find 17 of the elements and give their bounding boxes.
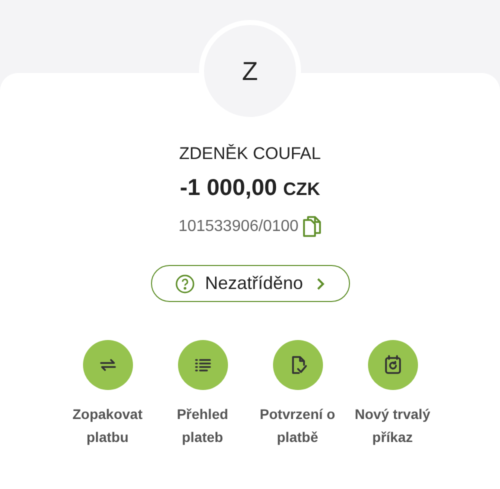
payee-name: ZDENĚK COUFAL [179, 144, 321, 164]
amount: -1 000,00 [180, 174, 278, 201]
account-number: 101533906/0100 [178, 218, 299, 236]
action-button[interactable] [368, 340, 418, 390]
copy-icon[interactable] [302, 215, 322, 239]
chevron-right-icon [315, 276, 326, 290]
help-icon [174, 274, 195, 294]
avatar-initial: Z [242, 56, 258, 86]
action-label[interactable]: Potvrzení o platbě [252, 403, 342, 449]
currency: CZK [283, 179, 320, 200]
action-label[interactable]: Zopakovat platbu [62, 403, 152, 449]
action-button[interactable] [82, 340, 132, 390]
action-button[interactable] [272, 340, 322, 390]
action-button[interactable] [178, 340, 228, 390]
action-label[interactable]: Přehled plateb [158, 403, 248, 449]
action-label[interactable]: Nový trvalý příkaz [348, 403, 438, 449]
category-button[interactable]: Nezatříděno [150, 265, 350, 302]
